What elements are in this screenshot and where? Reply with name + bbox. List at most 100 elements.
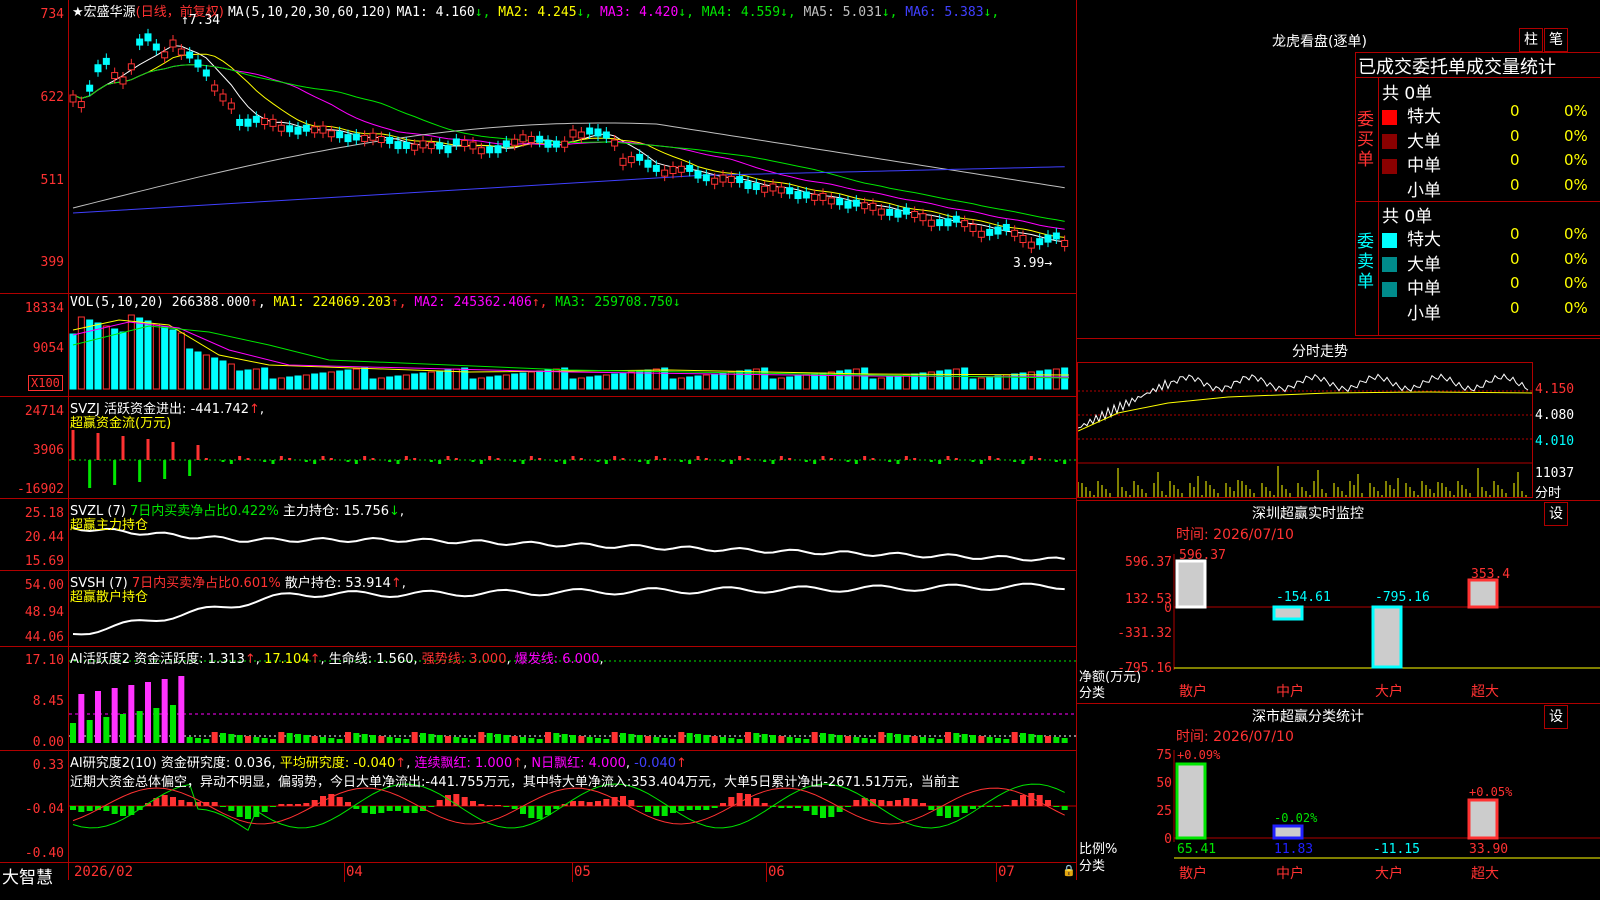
ai1-bar xyxy=(145,682,151,743)
ma-value-2: MA2: 4.245 xyxy=(490,5,577,20)
ai1-bar xyxy=(320,737,326,743)
candle xyxy=(586,127,594,135)
ai2-bar xyxy=(128,806,135,815)
candle xyxy=(577,131,585,139)
stock-name[interactable]: 宏盛华源 xyxy=(84,5,136,20)
vol-bar xyxy=(177,332,185,390)
candle xyxy=(169,39,177,48)
ai1-bar xyxy=(603,739,610,743)
ai1-bar xyxy=(878,732,885,743)
ai2-bar xyxy=(361,806,368,813)
candle xyxy=(802,191,810,199)
svzl-text2: 主力持仓: xyxy=(282,504,340,519)
vol-bar xyxy=(69,333,77,390)
candle xyxy=(286,125,294,133)
ai1-bar xyxy=(695,734,701,743)
order-row-小单: 小单 0 0% xyxy=(1382,176,1600,201)
ai2-bar xyxy=(486,805,493,806)
candle xyxy=(161,51,169,59)
ai2-v1: 0.036 xyxy=(234,756,272,771)
monitor-settings-button[interactable]: 设 xyxy=(1544,502,1568,526)
order-row-中单: 中单 0 0% xyxy=(1382,151,1600,176)
vol-bar xyxy=(944,369,952,390)
candle xyxy=(927,219,935,227)
kline-chart[interactable] xyxy=(69,0,1076,862)
ai2-bar xyxy=(695,806,701,810)
color-swatch-icon xyxy=(1382,158,1397,174)
ai2-bar xyxy=(470,801,476,806)
candle xyxy=(652,164,660,172)
ai1-bar xyxy=(220,733,226,743)
svsh-value: 53.914 xyxy=(345,576,391,591)
tick-mode-button[interactable]: 笔 xyxy=(1544,28,1568,52)
candle xyxy=(494,145,502,154)
candle xyxy=(461,139,469,147)
vol-bar xyxy=(544,369,552,390)
ai1-bar xyxy=(336,739,343,743)
candle xyxy=(127,63,135,71)
vol-bar xyxy=(611,373,619,390)
vol-bar xyxy=(411,373,419,390)
ai2-bar xyxy=(736,793,743,806)
candle xyxy=(436,142,444,150)
vol-bar xyxy=(861,367,869,390)
class-settings-button[interactable]: 设 xyxy=(1544,705,1568,729)
monitor-value-label: -154.61 xyxy=(1276,590,1331,605)
vol-bar xyxy=(627,371,635,390)
ai2-bar xyxy=(595,801,601,806)
order-row-pct: 0% xyxy=(1564,126,1588,145)
ai2-bar xyxy=(920,803,926,806)
order-row-label: 小单 xyxy=(1407,180,1441,201)
lock-icon[interactable]: 🔒 xyxy=(1062,864,1076,877)
ai1-bar xyxy=(136,711,143,743)
candle xyxy=(719,174,727,183)
vol-bar xyxy=(502,374,510,390)
order-row-label: 特大 xyxy=(1407,107,1441,127)
intraday-y-label: 4.150 xyxy=(1535,382,1575,397)
monitor-y-label: 0 xyxy=(1164,601,1172,616)
ai2-bar xyxy=(78,806,85,812)
vol-bar xyxy=(602,374,610,390)
ai1-bar xyxy=(745,732,751,743)
candle xyxy=(636,153,644,161)
ai1-bar xyxy=(928,738,935,743)
candle xyxy=(94,64,102,73)
ai2-line xyxy=(72,783,1065,832)
candle xyxy=(1052,232,1060,240)
ai2-bar xyxy=(495,805,501,806)
ai2-bar xyxy=(278,804,285,806)
candle xyxy=(402,141,410,149)
candle xyxy=(527,135,535,143)
order-row-label: 小单 xyxy=(1407,303,1441,324)
class-bottom-label: 65.41 xyxy=(1177,842,1216,857)
ai1-bar xyxy=(728,738,735,743)
ai1-bar xyxy=(370,735,376,743)
ai1-bar xyxy=(686,733,693,743)
monitor-value-label: 353.4 xyxy=(1471,567,1510,582)
buy-count: 共 0单 xyxy=(1382,84,1433,104)
ai1-bar xyxy=(211,732,218,743)
vol-y-label: 18334 xyxy=(24,301,64,316)
vol-bar xyxy=(1044,369,1052,390)
vol-bar xyxy=(236,370,244,390)
vol-bar xyxy=(152,323,160,390)
monitor-cat-label: 大户 xyxy=(1375,683,1403,700)
ai2-bar xyxy=(270,806,276,807)
ma-line xyxy=(72,122,1065,209)
svsh-y-label: 54.00 xyxy=(24,578,64,593)
order-row-label: 大单 xyxy=(1407,254,1441,275)
ai1-bar xyxy=(478,732,485,743)
ai2-text3: 连续飘红: xyxy=(414,756,471,771)
candle xyxy=(977,230,985,238)
class-y-label: 0 xyxy=(1164,832,1172,847)
vol-bar xyxy=(244,369,252,390)
ai1-bar xyxy=(936,739,943,743)
ai1-bar xyxy=(653,737,660,743)
bar-mode-button[interactable]: 柱 xyxy=(1519,28,1543,52)
intraday-chart[interactable] xyxy=(1078,363,1532,497)
class-top-label: -0.02% xyxy=(1274,811,1318,825)
vol-bar xyxy=(361,367,369,390)
candle xyxy=(944,218,952,227)
ai2-bar xyxy=(120,806,126,816)
ai1-bar xyxy=(236,735,243,743)
